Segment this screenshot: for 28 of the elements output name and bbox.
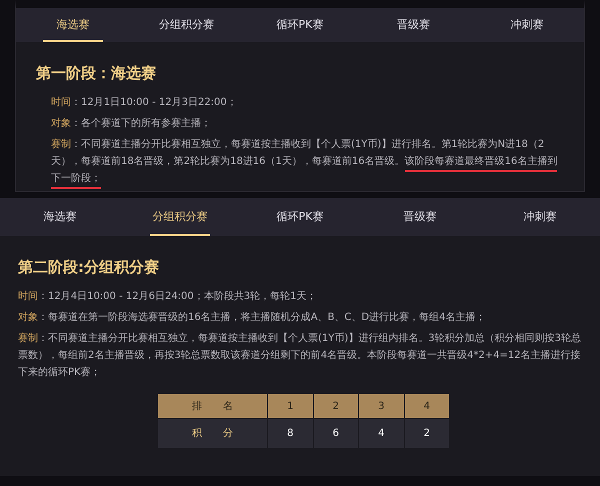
table-cell: 4	[404, 394, 450, 418]
tab[interactable]: 冲刺赛	[470, 8, 584, 42]
section-title: 第二阶段:分组积分赛	[17, 257, 160, 278]
rule-text: 时间：12月1日10:00 - 12月3日22:00；	[50, 96, 238, 110]
tab[interactable]: 冲刺赛	[480, 198, 600, 236]
table-cell: 6	[313, 418, 358, 448]
table-cell: 4	[358, 418, 404, 448]
tab[interactable]: 晋级赛	[356, 8, 470, 42]
tab[interactable]: 晋级赛	[360, 198, 480, 236]
rule-text: 赛制：不同赛道主播分开比赛相互独立，每赛道按主播收到【个人票(1Y币)】进行组内排名。3轮积分加总（积分相同则按3轮总票数），每组前2名主播晋级，再按3轮总票数取该赛道分组剩下的前4名晋级。本阶段每赛道一共晋级4*2+4=12名主播进行接下来的循环PK赛；	[17, 332, 582, 380]
rule-text: 对象：各个赛道下的所有参赛主播；	[50, 116, 212, 131]
tab[interactable]: 循环PK赛	[243, 8, 357, 42]
rule-text: 赛制：不同赛道主播分开比赛相互独立，每赛道按主播收到【个人票(1Y币)】进行排名。第1轮比赛为N进18（2天），每赛道前18名晋级，第2轮比赛为18进16（1天），每赛道前16名晋级。该阶段每赛道最终晋级16名主播到下一阶段；	[16, 136, 584, 187]
section-title: 第一阶段：海选赛	[35, 63, 157, 84]
table-cell: 2	[404, 418, 450, 448]
tab[interactable]: 分组积分赛	[130, 8, 244, 42]
rule-text: 时间：12月4日10:00 - 12月6日24:00；本阶段共3轮，每轮1天；	[17, 290, 318, 304]
tab[interactable]: 海选赛	[16, 8, 130, 42]
table-cell: 积 分	[158, 418, 268, 448]
table-cell: 3	[358, 394, 404, 418]
tab[interactable]: 分组积分赛	[120, 198, 240, 236]
tab[interactable]: 海选赛	[0, 198, 120, 236]
table-cell: 1	[268, 394, 313, 418]
rule-text: 对象：每赛道在第一阶段海选赛晋级的16名主播，将主播随机分成A、B、C、D进行比赛，每组4名主播；	[17, 310, 486, 325]
table-cell: 2	[313, 394, 358, 418]
table-cell: 8	[268, 418, 313, 448]
tab[interactable]: 循环PK赛	[240, 198, 360, 236]
table-cell: 排 名	[158, 394, 268, 418]
